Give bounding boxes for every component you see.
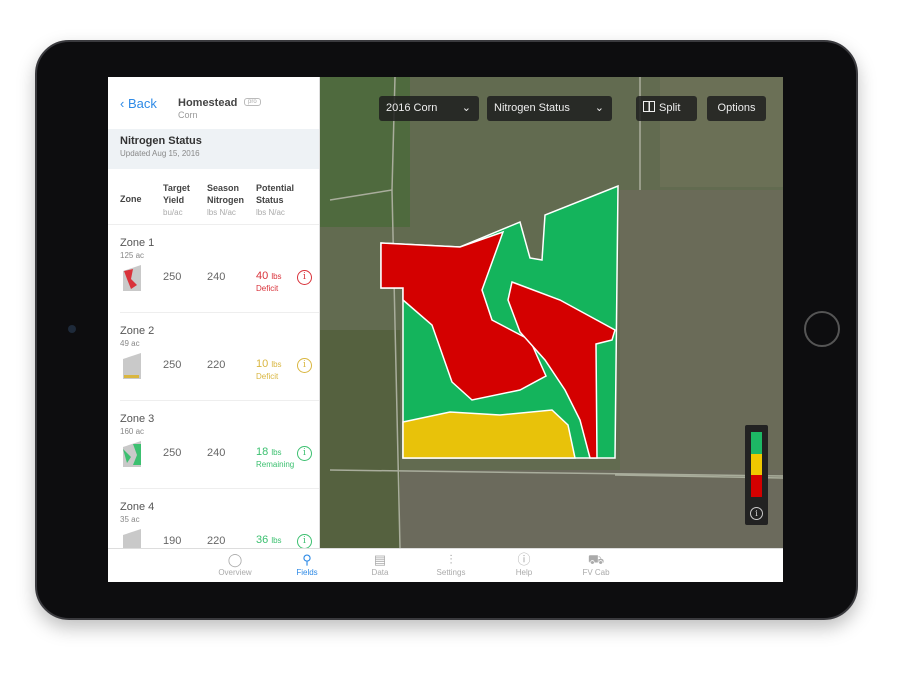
chevron-down-icon: ⌄ — [594, 102, 604, 114]
info-icon: ⓘ — [517, 552, 531, 567]
col-nitrogen: Nitrogen — [207, 195, 244, 205]
season-nitrogen: 240 — [207, 447, 226, 459]
target-yield: 250 — [163, 359, 182, 371]
status-label: Remaining — [256, 460, 295, 469]
info-icon[interactable]: i — [297, 446, 312, 461]
fields-icon: ⚲ — [302, 552, 312, 567]
layer-select[interactable]: Nitrogen Status ⌄ — [487, 96, 612, 121]
side-panel: ‹ Back Homestead pro Corn Nitrogen Statu… — [108, 77, 320, 548]
zone-thumbnail — [123, 441, 141, 467]
zone-name: Zone 1 — [120, 237, 155, 249]
section-header: Nitrogen Status Updated Aug 15, 2016 — [108, 129, 319, 169]
split-view-icon — [643, 101, 655, 112]
zone-name: Zone 3 — [120, 413, 155, 425]
section-title: Nitrogen Status — [120, 135, 202, 147]
info-icon[interactable]: i — [297, 534, 312, 548]
satellite-map — [320, 77, 783, 548]
tab-help[interactable]: ⓘ Help — [494, 552, 554, 577]
info-icon[interactable]: i — [297, 270, 312, 285]
zone-row[interactable]: Zone 3 160 ac 250 240 18 lbs Remaining i — [120, 401, 319, 489]
tab-fv-cab[interactable]: ⛟ FV Cab — [566, 552, 626, 577]
col-yield: Yield — [163, 195, 185, 205]
zone-name: Zone 2 — [120, 325, 155, 337]
potential-amount: 10 lbs — [256, 358, 282, 370]
col-status-unit: lbs N/ac — [256, 208, 285, 217]
col-nitrogen-unit: lbs N/ac — [207, 208, 236, 217]
circle-icon: ◯ — [227, 552, 243, 567]
tab-fields[interactable]: ⚲ Fields — [277, 552, 337, 577]
field-name: Homestead — [178, 97, 238, 109]
zone-thumbnail — [123, 353, 141, 379]
camera — [68, 325, 76, 333]
zone-row[interactable]: Zone 4 35 ac 190 220 36 lbs i — [120, 489, 319, 548]
zone-row[interactable]: Zone 1 125 ac 250 240 40 lbs Deficit i — [120, 225, 319, 313]
season-nitrogen: 220 — [207, 535, 226, 547]
tab-bar: ◯ Overview ⚲ Fields ▤ Data ⫶ Settings ⓘ Help ⛟ FV C… — [108, 548, 783, 582]
chevron-left-icon: ‹ — [120, 96, 128, 111]
col-status: Status — [256, 195, 284, 205]
map-view[interactable]: 2016 Corn ⌄ Nitrogen Status ⌄ Split Option… — [320, 77, 783, 548]
back-button[interactable]: ‹ Back — [120, 96, 157, 111]
tractor-icon: ⛟ — [587, 552, 605, 567]
legend-red — [751, 475, 762, 497]
tab-data[interactable]: ▤ Data — [350, 552, 410, 577]
tab-overview[interactable]: ◯ Overview — [205, 552, 265, 577]
zone-thumbnail — [123, 265, 141, 291]
zone-acres: 160 ac — [120, 427, 145, 436]
legend-yellow — [751, 454, 762, 475]
column-headers: Zone Target Yield bu/ac Season Nitrogen … — [108, 169, 319, 225]
zone-acres: 35 ac — [120, 515, 140, 524]
status-label: Deficit — [256, 284, 279, 293]
tab-settings[interactable]: ⫶ Settings — [421, 552, 481, 577]
target-yield: 250 — [163, 447, 182, 459]
legend-info-icon[interactable]: i — [750, 507, 763, 520]
season-nitrogen: 240 — [207, 271, 226, 283]
season-select[interactable]: 2016 Corn ⌄ — [379, 96, 479, 121]
screen: ‹ Back Homestead pro Corn Nitrogen Statu… — [108, 77, 783, 582]
panel-header: ‹ Back Homestead pro Corn — [108, 77, 319, 129]
legend: i — [745, 425, 768, 525]
info-icon[interactable]: i — [297, 358, 312, 373]
split-button[interactable]: Split — [636, 96, 697, 121]
zone-acres: 49 ac — [120, 339, 140, 348]
zone-row[interactable]: Zone 2 49 ac 250 220 10 lbs Deficit i — [120, 313, 319, 401]
col-season: Season — [207, 183, 240, 193]
zone-yellow — [402, 409, 576, 459]
potential-amount: 40 lbs — [256, 270, 282, 282]
status-label: Deficit — [256, 372, 279, 381]
col-target: Target — [163, 183, 190, 193]
zone-acres: 125 ac — [120, 251, 145, 260]
sliders-icon: ⫶ — [449, 552, 453, 567]
crop-name: Corn — [178, 110, 198, 120]
potential-amount: 36 lbs — [256, 534, 282, 546]
season-nitrogen: 220 — [207, 359, 226, 371]
col-yield-unit: bu/ac — [163, 208, 183, 217]
target-yield: 250 — [163, 271, 182, 283]
legend-green — [751, 432, 762, 454]
target-yield: 190 — [163, 535, 182, 547]
potential-amount: 18 lbs — [256, 446, 282, 458]
pro-badge: pro — [244, 98, 261, 106]
options-button[interactable]: Options — [707, 96, 766, 121]
chevron-down-icon: ⌄ — [461, 102, 471, 114]
zone-name: Zone 4 — [120, 501, 155, 513]
col-zone: Zone — [120, 194, 142, 204]
zone-thumbnail — [123, 529, 141, 548]
updated-date: Updated Aug 15, 2016 — [120, 149, 200, 158]
data-icon: ▤ — [373, 552, 387, 567]
home-button[interactable] — [804, 311, 840, 347]
col-potential: Potential — [256, 183, 295, 193]
